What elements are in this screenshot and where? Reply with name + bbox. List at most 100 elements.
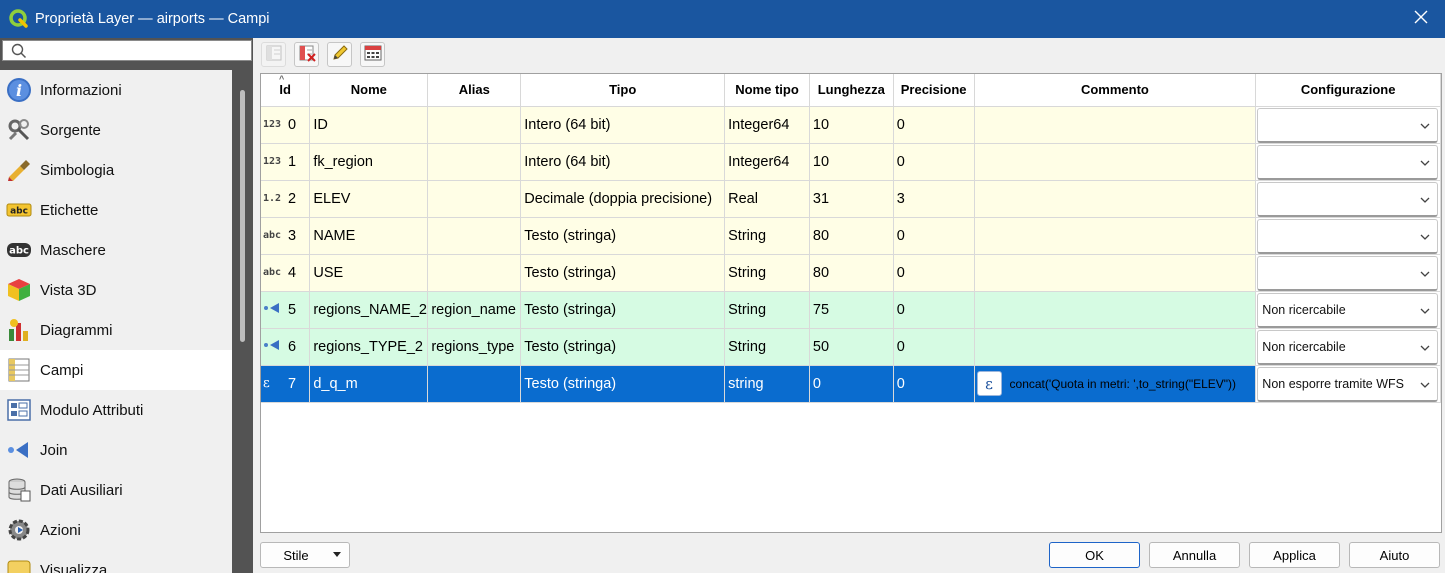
type-name-cell[interactable]: Real [724,180,810,218]
table-row[interactable]: 5 regions_NAME_2 region_name Testo (stringa… [261,291,1441,329]
id-cell[interactable]: 6 [261,328,311,366]
type-name-cell[interactable]: String [724,328,810,366]
table-row[interactable]: 123 0 ID Intero (64 bit) Integer64 10 0 [261,106,1441,144]
id-cell[interactable]: abc 4 [261,254,311,292]
sidebar-item-modulo-attributi[interactable]: Modulo Attributi [0,390,232,430]
style-dropdown-button[interactable]: Stile [260,542,350,568]
precision-cell[interactable]: 3 [893,180,975,218]
name-cell[interactable]: ID [309,106,429,144]
length-cell[interactable]: 50 [809,328,894,366]
search-box[interactable] [2,40,252,61]
column-header-id[interactable]: ^ Id [261,74,311,107]
sidebar-item-visualizza[interactable]: Visualizza [0,550,232,573]
id-cell[interactable]: abc 3 [261,217,311,255]
type-name-cell[interactable]: Integer64 [724,143,810,181]
configuration-dropdown[interactable] [1257,181,1438,216]
comment-cell[interactable] [974,328,1257,366]
table-row[interactable]: abc 4 USE Testo (stringa) String 80 0 [261,254,1441,292]
name-cell[interactable]: d_q_m [309,365,429,403]
length-cell[interactable]: 10 [809,143,894,181]
name-cell[interactable]: regions_NAME_2 [309,291,429,329]
help-button[interactable]: Aiuto [1349,542,1440,568]
sidebar-item-vista-3d[interactable]: Vista 3D [0,270,232,310]
length-cell[interactable]: 10 [809,106,894,144]
column-header-precisione[interactable]: Precisione [893,74,975,107]
comment-cell[interactable] [974,291,1257,329]
id-cell[interactable]: 123 1 [261,143,311,181]
alias-cell[interactable] [427,365,522,403]
precision-cell[interactable]: 0 [893,328,975,366]
type-cell[interactable]: Testo (stringa) [520,254,726,292]
alias-cell[interactable] [427,143,522,181]
alias-cell[interactable] [427,106,522,144]
length-cell[interactable]: 75 [809,291,894,329]
type-cell[interactable]: Testo (stringa) [520,291,726,329]
delete-field-button[interactable] [294,42,319,67]
alias-cell[interactable] [427,217,522,255]
table-row[interactable]: 123 1 fk_region Intero (64 bit) Integer64 10 0 [261,143,1441,181]
sidebar-item-informazioni[interactable]: i Informazioni [0,70,232,110]
name-cell[interactable]: regions_TYPE_2 [309,328,429,366]
comment-cell[interactable] [974,106,1257,144]
alias-cell[interactable] [427,180,522,218]
type-cell[interactable]: Testo (stringa) [520,217,726,255]
type-cell[interactable]: Intero (64 bit) [520,143,726,181]
type-cell[interactable]: Testo (stringa) [520,365,726,403]
type-cell[interactable]: Decimale (doppia precisione) [520,180,726,218]
sidebar-item-campi[interactable]: Campi [0,350,232,390]
comment-cell[interactable]: ε concat('Quota in metri: ',to_string("EL… [974,365,1257,403]
name-cell[interactable]: NAME [309,217,429,255]
column-header-configurazione[interactable]: Configurazione [1255,74,1441,107]
comment-cell[interactable] [974,180,1257,218]
id-cell[interactable]: 5 [261,291,311,329]
comment-cell[interactable] [974,143,1257,181]
sidebar-item-etichette[interactable]: abc Etichette [0,190,232,230]
sidebar-item-sorgente[interactable]: Sorgente [0,110,232,150]
id-cell[interactable]: 1.2 2 [261,180,311,218]
configuration-dropdown[interactable] [1257,255,1438,290]
table-row[interactable]: ε 7 d_q_m Testo (stringa) string 0 0 ε concat('Q… [261,365,1441,403]
table-row[interactable]: 6 regions_TYPE_2 regions_type Testo (string… [261,328,1441,366]
configuration-dropdown[interactable] [1257,107,1438,142]
type-name-cell[interactable]: Integer64 [724,106,810,144]
type-name-cell[interactable]: String [724,291,810,329]
table-row[interactable]: 1.2 2 ELEV Decimale (doppia precisione) Real… [261,180,1441,218]
id-cell[interactable]: ε7 [261,365,311,403]
sidebar-item-diagrammi[interactable]: Diagrammi [0,310,232,350]
expression-builder-button[interactable]: ε [976,371,1002,396]
cancel-button[interactable]: Annulla [1149,542,1240,568]
alias-cell[interactable] [427,254,522,292]
new-field-button[interactable] [261,42,286,67]
toggle-edit-button[interactable] [327,42,352,67]
sidebar-item-join[interactable]: Join [0,430,232,470]
precision-cell[interactable]: 0 [893,106,975,144]
precision-cell[interactable]: 0 [893,143,975,181]
configuration-dropdown[interactable]: Non ricercabile [1257,292,1438,327]
sidebar-item-maschere[interactable]: abc Maschere [0,230,232,270]
column-header-tipo[interactable]: Tipo [520,74,726,107]
configuration-dropdown[interactable]: Non ricercabile [1257,329,1438,364]
type-name-cell[interactable]: string [724,365,810,403]
comment-cell[interactable] [974,217,1257,255]
ok-button[interactable]: OK [1049,542,1140,568]
sidebar-item-azioni[interactable]: Azioni [0,510,232,550]
column-header-commento[interactable]: Commento [974,74,1257,107]
sidebar-scrollbar[interactable] [240,90,245,342]
search-input[interactable] [31,42,246,59]
precision-cell[interactable]: 0 [893,291,975,329]
type-name-cell[interactable]: String [724,254,810,292]
name-cell[interactable]: ELEV [309,180,429,218]
type-name-cell[interactable]: String [724,217,810,255]
id-cell[interactable]: 123 0 [261,106,311,144]
sidebar-item-dati-ausiliari[interactable]: Dati Ausiliari [0,470,232,510]
name-cell[interactable]: USE [309,254,429,292]
close-icon[interactable] [1411,9,1431,29]
apply-button[interactable]: Applica [1249,542,1340,568]
length-cell[interactable]: 31 [809,180,894,218]
column-header-lunghezza[interactable]: Lunghezza [809,74,894,107]
precision-cell[interactable]: 0 [893,217,975,255]
comment-cell[interactable] [974,254,1257,292]
precision-cell[interactable]: 0 [893,365,975,403]
column-header-alias[interactable]: Alias [427,74,522,107]
type-cell[interactable]: Testo (stringa) [520,328,726,366]
